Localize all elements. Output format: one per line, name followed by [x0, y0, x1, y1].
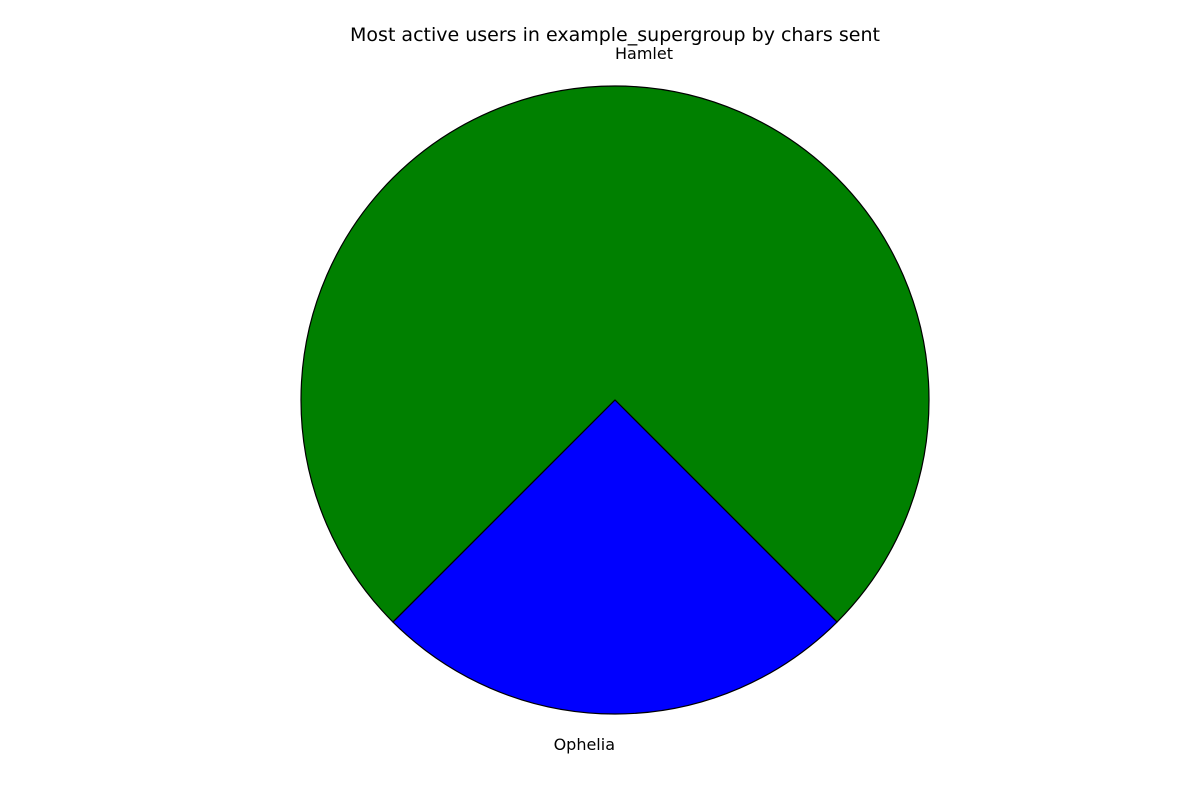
pie-chart: Most active users in example_supergroup … — [300, 24, 930, 754]
pie-label-hamlet: Hamlet — [615, 44, 673, 63]
pie-slices — [300, 85, 930, 715]
pie-label-ophelia: Ophelia — [554, 735, 615, 754]
chart-title: Most active users in example_supergroup … — [350, 24, 880, 46]
